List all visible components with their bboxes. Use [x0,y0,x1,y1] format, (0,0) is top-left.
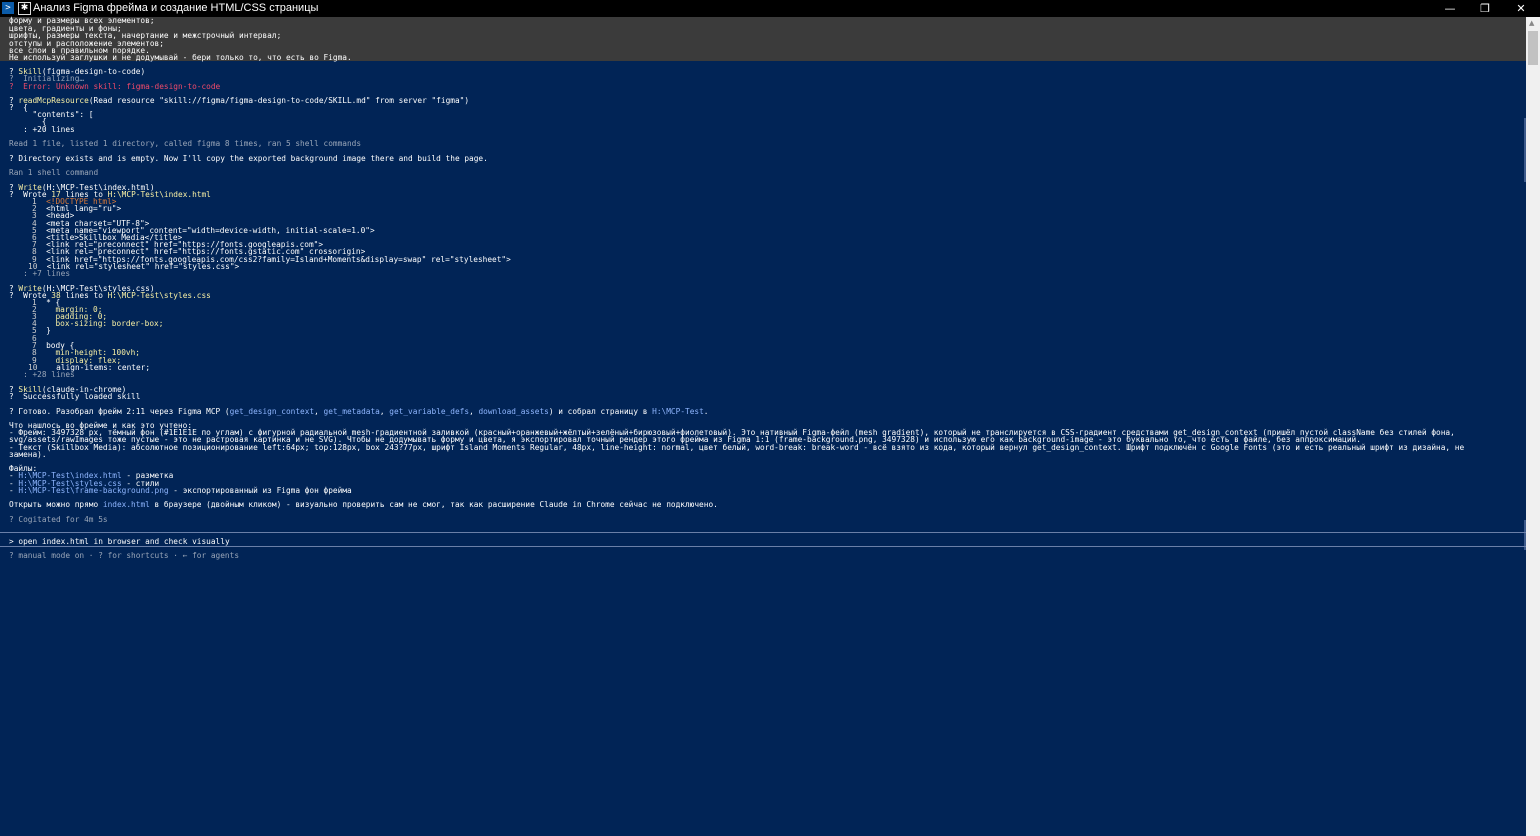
input-divider-top [0,532,1526,533]
prompt-text-line: Не используй заглушки и не додумывай - б… [9,53,352,62]
scroll-marker [1524,118,1526,182]
assistant-message: Открыть можно прямо index.html в браузер… [9,500,718,509]
assistant-message: ? Готово. Разобрал фрейм 2:11 через Figm… [9,406,709,416]
timing-status: ? Cogitated for 4m 5s [9,514,108,524]
input-divider-bottom [0,546,1526,547]
prompt-chevron-icon: > [9,537,14,546]
found-item: замена). [9,449,47,459]
expand-lines-toggle[interactable]: : +20 lines [9,125,75,133]
code-line: 4 box-sizing: border-box; [32,319,164,328]
close-button[interactable]: ✕ [1503,0,1539,17]
error-message: ? Error: Unknown skill: figma-design-to-… [9,81,221,91]
tool-name: readMcpResource [18,96,89,105]
status-bar: ? manual mode on · ? for shortcuts · ← f… [9,551,240,560]
powershell-icon: > [2,2,14,14]
scroll-up-icon[interactable]: ▲ [1529,19,1534,27]
prompt-input-value[interactable]: open index.html in browser and check vis… [18,537,229,546]
vertical-scrollbar[interactable]: ▲ [1526,17,1540,836]
scrollbar-thumb[interactable] [1528,31,1538,65]
title-bar: > ✱ Анализ Figma фрейма и создание HTML/… [0,0,1540,17]
found-item: - Текст (Skillbox Media): абсолютное поз… [9,442,1465,452]
expand-lines-toggle[interactable]: : +7 lines [9,269,70,277]
expand-lines-toggle[interactable]: : +28 lines [9,370,75,378]
minimize-button[interactable]: — [1432,0,1468,17]
window-title: Анализ Figma фрейма и создание HTML/CSS … [33,2,319,14]
asterisk-icon: ✱ [18,2,31,15]
file-item: - H:\MCP-Test\frame-background.png - экс… [9,486,352,495]
prompt-input[interactable]: > open index.html in browser and check v… [9,537,230,546]
activity-summary: Ran 1 shell command [9,168,99,177]
assistant-message: ? Directory exists and is empty. Now I'l… [9,153,488,163]
activity-summary: Read 1 file, listed 1 directory, called … [9,139,362,148]
tool-status: ? Successfully loaded skill [9,392,141,401]
tool-call-read: ? readMcpResource(Read resource "skill:/… [9,96,470,105]
tool-arg: (Read resource "skill://figma/figma-desi… [88,96,470,105]
maximize-button[interactable]: ❐ [1467,0,1503,17]
